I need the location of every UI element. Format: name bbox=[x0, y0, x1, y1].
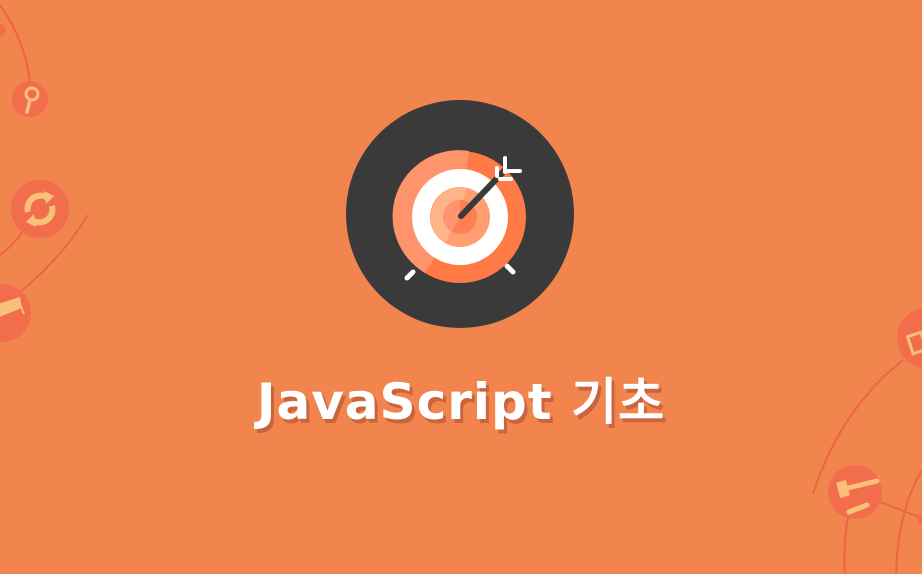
gavel-icon bbox=[828, 465, 882, 519]
graduation-cap-icon bbox=[0, 284, 31, 342]
deco-line bbox=[843, 516, 849, 574]
deco-line bbox=[0, 4, 31, 83]
course-title: JavaScript 기초 bbox=[256, 373, 666, 431]
refresh-icon bbox=[11, 180, 69, 238]
target-badge bbox=[346, 100, 574, 328]
background-decoration bbox=[0, 4, 922, 574]
monitor-icon bbox=[897, 308, 922, 368]
deco-line bbox=[879, 501, 922, 519]
magnifier-icon bbox=[12, 81, 48, 117]
